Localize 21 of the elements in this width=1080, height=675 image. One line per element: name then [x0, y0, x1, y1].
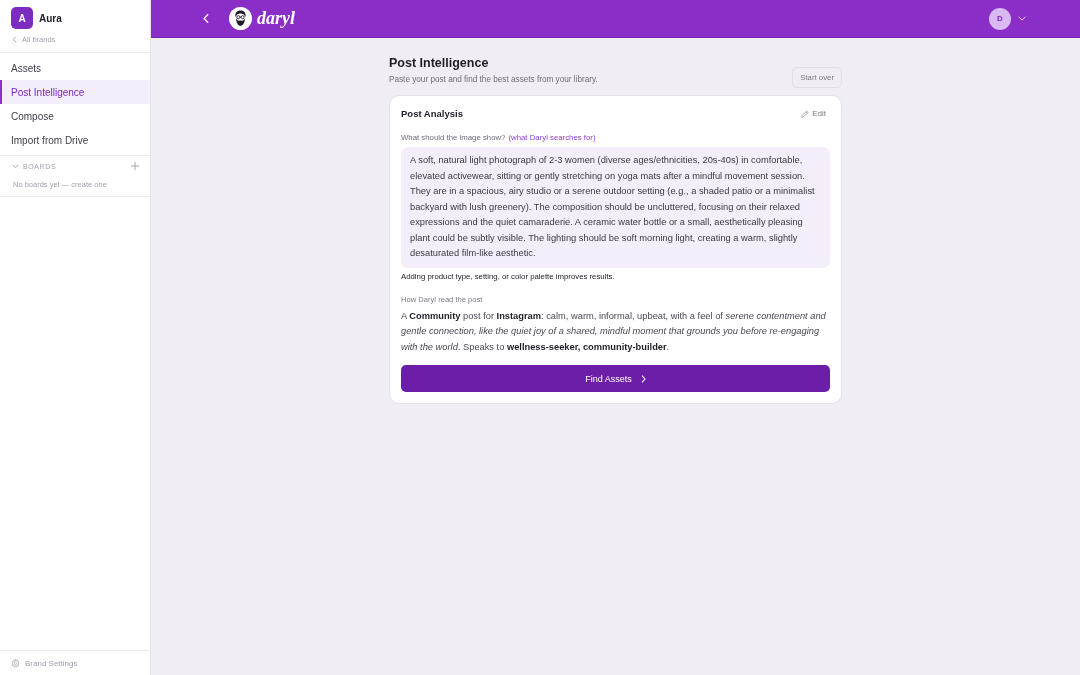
edit-button[interactable]: Edit: [797, 107, 830, 120]
page-title: Post Intelligence: [389, 56, 490, 70]
sidebar-nav-item[interactable]: Assets: [0, 56, 150, 80]
brand-name: Aura: [39, 12, 62, 24]
brand-avatar: A: [11, 7, 33, 29]
settings-icon: [11, 659, 20, 668]
chevron-right-icon: [640, 374, 646, 383]
bearded-man-icon: [229, 7, 252, 30]
find-assets-button[interactable]: Find Assets: [401, 365, 830, 392]
page-subtitle: Paste your post and find the best assets from your library.: [389, 75, 598, 84]
sidebar-nav-item[interactable]: Post Intelligence: [0, 80, 150, 104]
pencil-icon: [801, 109, 810, 118]
logo-text: daryl: [257, 8, 295, 29]
card-title: Post Analysis: [401, 108, 463, 119]
sidebar-nav-item[interactable]: Compose: [0, 104, 150, 128]
post-summary-text: A Community post for Instagram: calm, warm, informal, upbeat, with a feel of serene contentment and gentle connection, like the quiet joy of a shared, mindful moment that grounds you before re-engaging with the world. Speaks to wellness-seeker, community-builder.: [401, 309, 827, 354]
user-avatar[interactable]: D: [989, 7, 1011, 30]
back-icon[interactable]: [203, 13, 209, 24]
chevron-left-icon: [12, 36, 17, 43]
sidebar-nav-item[interactable]: Import from Drive: [0, 128, 150, 152]
image-description-text: A soft, natural light photograph of 2-3 women (diverse ages/ethnicities, 20s-40s) in comfortable, elevated activewear, sitting or gently stretching on yoga mats after a mindful movement session. They are in a spacious, airy studio or a serene outdoor setting (e.g., a shaded patio or a minimalist backyard with lush greenery). The composition should be uncluttered, focusing on their relaxed expressions and the quiet camaraderie. A ceramic water bottle or a small, aesthetically pleasing plant could be subtly visible. The lighting should be soft morning light, creating a warm, slightly desaturated film-like aesthetic.: [401, 147, 830, 268]
